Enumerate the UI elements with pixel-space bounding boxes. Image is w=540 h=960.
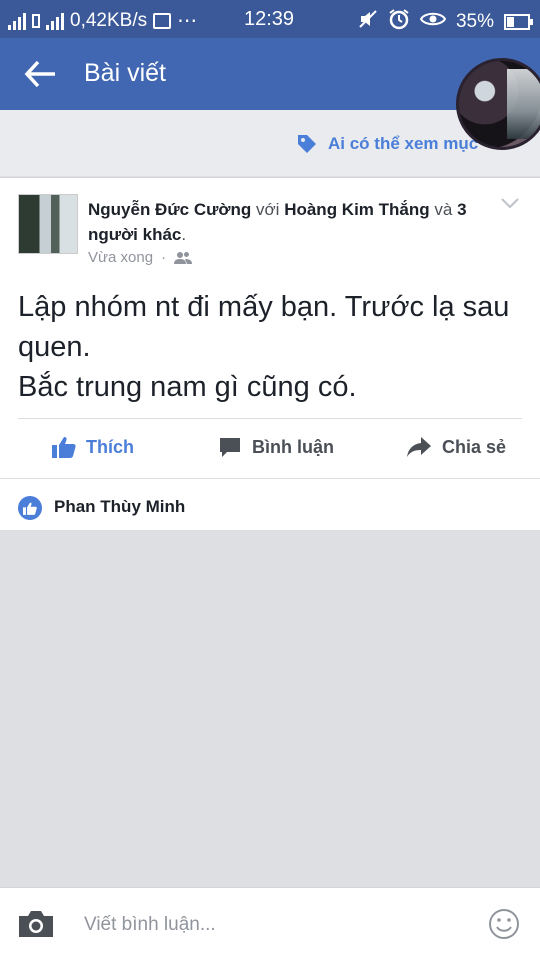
like-badge-icon [18,496,42,520]
eye-icon [419,11,447,33]
sim-icon [32,13,40,28]
audience-label: Ai có thể xem mục [328,134,479,153]
chevron-down-icon [501,198,519,209]
liker-name[interactable]: Phan Thùy Minh [54,497,185,517]
divider [18,418,522,419]
comment-label: Bình luận [252,436,334,457]
share-button[interactable]: Chia sẻ [406,436,506,458]
share-arrow-icon [407,437,431,457]
status-right: 35% [358,8,533,36]
back-button[interactable] [22,58,58,90]
chat-head-avatar[interactable] [456,58,540,150]
friends-icon [174,251,193,264]
like-button[interactable]: Thích [52,436,134,458]
tagged-name[interactable]: Hoàng Kim Thắng [284,200,429,219]
comment-button[interactable]: Bình luận [218,436,334,458]
alarm-icon [388,8,410,36]
thumbs-up-icon [52,437,76,458]
network-speed: 0,42KB/s [70,9,148,31]
media-icon [153,12,172,29]
post-time[interactable]: Vừa xong [88,249,153,266]
dot-separator: · [161,249,167,266]
clock: 12:39 [244,8,295,30]
signal-icon [8,12,26,30]
avatar[interactable] [18,194,78,254]
more-dots-icon: ⋯ [177,10,198,32]
page-title: Bài viết [84,59,166,87]
signal-icon [46,12,64,30]
camera-button[interactable] [16,908,56,940]
post-text: Lập nhóm nt đi mấy bạn. Trước lạ sau que… [18,291,510,403]
smiley-icon [489,909,519,939]
emoji-button[interactable] [488,908,520,940]
camera-icon [19,911,53,937]
battery-percent: 35% [455,11,494,32]
mute-icon [358,9,378,35]
status-left: 0,42KB/s ⋯ [8,8,197,33]
comment-icon [220,438,240,457]
share-label: Chia sẻ [442,436,507,457]
author-name[interactable]: Nguyễn Đức Cường [88,200,251,219]
post-header: Nguyễn Đức Cường với Hoàng Kim Thắng và … [88,197,488,247]
and-word: và [434,200,453,219]
arrow-left-icon [24,60,55,88]
battery-icon [504,14,533,30]
comment-input[interactable] [84,910,464,940]
post-menu-button[interactable] [500,196,520,210]
post-meta: Vừa xong · [88,249,193,266]
status-bar: 0,42KB/s ⋯ 12:39 35% [0,0,540,38]
audience-selector[interactable]: Ai có thể xem mục [296,133,478,155]
with-word: với [256,200,280,219]
period: . [181,225,187,244]
like-label: Thích [86,436,134,457]
tag-icon [298,135,316,153]
